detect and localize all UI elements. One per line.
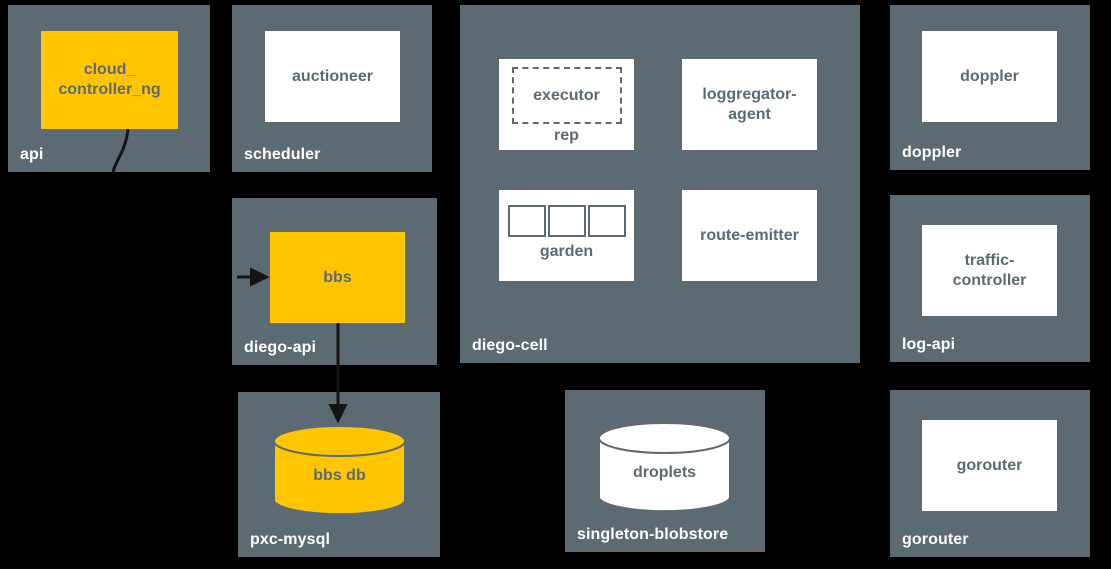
panel-diego-api[interactable]: bbs diego-api [232, 198, 437, 365]
node-loggregator-agent[interactable]: loggregator- agent [682, 59, 817, 150]
node-label: route-emitter [700, 226, 799, 244]
node-traffic-controller[interactable]: traffic- controller [922, 225, 1057, 316]
deployment-diagram: cloud_ controller_ng api auctioneer sche… [0, 0, 1111, 569]
garden-container-2[interactable] [547, 205, 586, 237]
garden-container-1[interactable] [507, 205, 546, 237]
panel-label-doppler: doppler [902, 144, 962, 161]
panel-gorouter[interactable]: gorouter gorouter [890, 390, 1090, 557]
panel-label-gorouter: gorouter [902, 531, 969, 548]
node-garden[interactable]: garden [499, 190, 634, 281]
node-bbs-db[interactable]: bbs db [273, 425, 406, 517]
node-droplets[interactable]: droplets [598, 422, 731, 514]
garden-container-row [507, 205, 626, 237]
panel-diego-cell[interactable]: executor rep loggregator- agent garden r… [460, 5, 860, 363]
node-cloud-controller-ng[interactable]: cloud_ controller_ng [41, 31, 178, 129]
node-executor[interactable]: executor [511, 67, 622, 124]
node-label: executor [533, 86, 600, 104]
cylinder-shape [273, 425, 406, 516]
node-gorouter[interactable]: gorouter [922, 420, 1057, 511]
node-doppler[interactable]: doppler [922, 31, 1057, 122]
panel-log-api[interactable]: traffic- controller log-api [890, 195, 1090, 362]
node-auctioneer[interactable]: auctioneer [265, 31, 400, 122]
panel-label-diego-api: diego-api [244, 339, 317, 356]
panel-doppler[interactable]: doppler doppler [890, 5, 1090, 170]
panel-label-pxc-mysql: pxc-mysql [250, 531, 331, 548]
node-label: cloud_ controller_ng [58, 61, 161, 98]
node-label: auctioneer [292, 67, 373, 85]
node-label: doppler [960, 67, 1019, 85]
node-bbs[interactable]: bbs [270, 232, 405, 323]
node-label: gorouter [956, 456, 1023, 474]
panel-label-log-api: log-api [902, 336, 956, 353]
panel-api[interactable]: cloud_ controller_ng api [8, 5, 210, 172]
panel-singleton-blobstore[interactable]: droplets singleton-blobstore [565, 390, 765, 552]
panel-label-diego-cell: diego-cell [472, 337, 548, 354]
panel-label-api: api [20, 146, 44, 163]
panel-pxc-mysql[interactable]: bbs db pxc-mysql [238, 392, 440, 557]
node-route-emitter[interactable]: route-emitter [682, 190, 817, 281]
panel-label-singleton-blobstore: singleton-blobstore [577, 526, 729, 543]
node-label: garden [539, 243, 594, 260]
cylinder-shape [598, 422, 731, 513]
node-label: bbs [323, 268, 352, 286]
node-rep[interactable]: executor rep [499, 59, 634, 150]
node-label: loggregator- agent [702, 85, 797, 123]
node-label: traffic- controller [952, 251, 1027, 289]
panel-label-scheduler: scheduler [244, 146, 321, 163]
garden-container-3[interactable] [587, 205, 626, 237]
panel-scheduler[interactable]: auctioneer scheduler [232, 5, 432, 172]
node-label: rep [554, 127, 579, 144]
